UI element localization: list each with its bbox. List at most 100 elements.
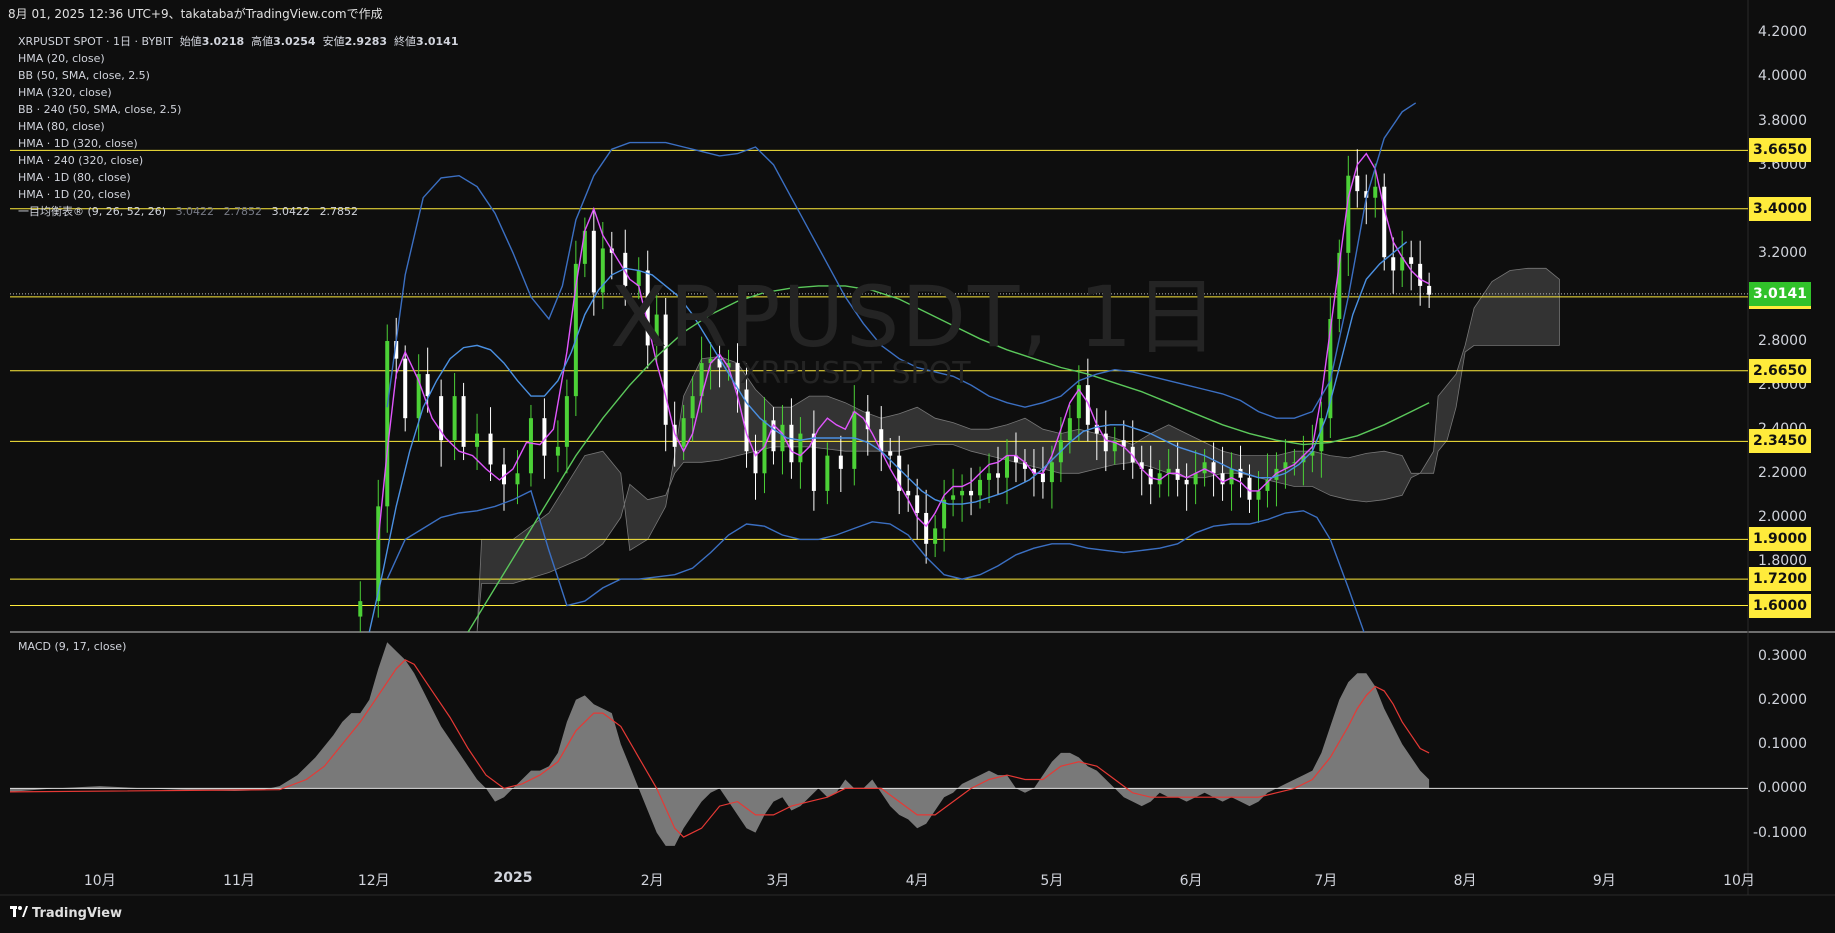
candle-up bbox=[1319, 418, 1324, 452]
candle-down bbox=[403, 358, 408, 419]
candle-up bbox=[852, 411, 857, 469]
candle-down bbox=[924, 512, 929, 544]
price-tick-label: 2.2000 bbox=[1758, 465, 1807, 482]
candle-down bbox=[969, 490, 974, 496]
candle-down bbox=[838, 455, 843, 469]
candle-up bbox=[987, 473, 992, 480]
legend-hma-1d-320[interactable]: HMA · 1D (320, close) bbox=[18, 135, 459, 152]
time-axis-label: 3月 bbox=[766, 873, 790, 889]
candle-down bbox=[425, 374, 430, 397]
macd-tick-label: 0.1000 bbox=[1758, 736, 1807, 753]
candle-down bbox=[1418, 263, 1423, 286]
candle-down bbox=[461, 396, 466, 447]
macd-legend[interactable]: MACD (9, 17, close) bbox=[18, 640, 126, 653]
close-value: 3.0141 bbox=[416, 35, 459, 48]
candle-up bbox=[1256, 490, 1261, 500]
level-price-tag: 3.6650 bbox=[1749, 138, 1811, 163]
close-label: 終値 bbox=[394, 35, 417, 48]
candle-up bbox=[960, 490, 965, 496]
tradingview-brand-text: TradingView bbox=[32, 906, 123, 921]
time-axis-label: 2025 bbox=[493, 870, 533, 886]
time-axis-label: 5月 bbox=[1040, 873, 1064, 889]
candle-up bbox=[555, 446, 560, 456]
candle-up bbox=[978, 479, 983, 496]
candle-up bbox=[528, 418, 533, 474]
ichimoku-value-2: 2.7852 bbox=[223, 205, 263, 218]
time-axis-label: 9月 bbox=[1592, 873, 1616, 889]
macd-tick-label: 0.0000 bbox=[1758, 780, 1807, 797]
candle-up bbox=[1373, 186, 1378, 198]
candle-up bbox=[1193, 473, 1198, 485]
candle-down bbox=[1211, 462, 1216, 474]
candle-up bbox=[1004, 455, 1009, 478]
legend-ichimoku[interactable]: 一目均衡表® (9, 26, 52, 26) 3.0422 2.7852 3.0… bbox=[18, 203, 459, 220]
candle-up bbox=[452, 396, 457, 441]
open-value: 3.0218 bbox=[201, 35, 245, 48]
candle-down bbox=[744, 389, 749, 452]
level-price-tag: 1.7200 bbox=[1749, 567, 1811, 592]
time-axis-label: 12月 bbox=[357, 873, 390, 889]
level-price-tag: 2.6650 bbox=[1749, 358, 1811, 383]
candle-down bbox=[1238, 468, 1243, 478]
legend-hma-20[interactable]: HMA (20, close) bbox=[18, 50, 459, 67]
candle-up bbox=[1202, 462, 1207, 474]
candle-down bbox=[1427, 285, 1432, 295]
candle-up bbox=[515, 473, 520, 485]
ichimoku-label: 一目均衡表® (9, 26, 52, 26) bbox=[18, 205, 167, 218]
candle-down bbox=[1409, 257, 1414, 264]
candle-up bbox=[564, 396, 569, 447]
level-price-tag: 2.3450 bbox=[1749, 429, 1811, 454]
ichimoku-value-1: 3.0422 bbox=[175, 205, 215, 218]
candle-up bbox=[951, 495, 956, 500]
open-label: 始値 bbox=[179, 35, 202, 48]
current-price-tag[interactable]: 3.0141 bbox=[1749, 281, 1811, 306]
candle-up bbox=[825, 455, 830, 491]
price-tick-label: 3.2000 bbox=[1758, 244, 1807, 261]
candle-up bbox=[780, 424, 785, 452]
candle-up bbox=[942, 499, 947, 529]
legend-bb-240[interactable]: BB · 240 (50, SMA, close, 2.5) bbox=[18, 101, 459, 118]
legend-hma-240-320[interactable]: HMA · 240 (320, close) bbox=[18, 152, 459, 169]
time-axis-label: 8月 bbox=[1453, 873, 1477, 889]
macd-signal-line bbox=[10, 659, 1430, 838]
time-axis-label: 10月 bbox=[1723, 873, 1755, 889]
candle-up bbox=[1229, 468, 1234, 485]
candle-down bbox=[1355, 175, 1360, 192]
price-tick-label: 4.2000 bbox=[1758, 24, 1807, 41]
candle-down bbox=[1184, 479, 1189, 485]
price-tick-label: 4.0000 bbox=[1758, 68, 1807, 85]
candle-up bbox=[933, 528, 938, 544]
candle-down bbox=[1040, 473, 1045, 483]
symbol-ohlc-line[interactable]: XRPUSDT SPOT · 1日 · BYBIT 始値3.0218 高値3.0… bbox=[18, 33, 459, 50]
legend-bb-50[interactable]: BB (50, SMA, close, 2.5) bbox=[18, 67, 459, 84]
candle-up bbox=[1067, 418, 1072, 441]
candle-down bbox=[996, 473, 1001, 478]
tradingview-logo[interactable]: TradingView bbox=[10, 906, 122, 921]
candle-down bbox=[789, 424, 794, 463]
candle-up bbox=[690, 396, 695, 419]
level-price-tag: 3.4000 bbox=[1749, 196, 1811, 221]
candle-down bbox=[915, 495, 920, 513]
legend-hma-80[interactable]: HMA (80, close) bbox=[18, 118, 459, 135]
candle-down bbox=[888, 451, 893, 456]
symbol-name[interactable]: XRPUSDT SPOT · 1日 · BYBIT bbox=[18, 35, 173, 48]
low-label: 安値 bbox=[322, 35, 345, 48]
legend-hma-1d-80[interactable]: HMA · 1D (80, close) bbox=[18, 169, 459, 186]
ichimoku-value-4: 2.7852 bbox=[319, 205, 359, 218]
legend-hma-320[interactable]: HMA (320, close) bbox=[18, 84, 459, 101]
candle-up bbox=[358, 601, 363, 617]
watermark-symbol: XRPUSDT, 1日 bbox=[610, 268, 1221, 366]
time-axis-label: 10月 bbox=[83, 873, 116, 889]
high-value: 3.0254 bbox=[273, 35, 316, 48]
price-tick-label: 2.8000 bbox=[1758, 333, 1807, 350]
level-price-tag: 1.6000 bbox=[1749, 593, 1811, 618]
candle-up bbox=[475, 433, 480, 447]
candle-up bbox=[1049, 462, 1054, 483]
level-price-tag: 1.9000 bbox=[1749, 527, 1811, 552]
time-axis-label: 11月 bbox=[223, 873, 255, 889]
high-label: 高値 bbox=[251, 35, 274, 48]
candle-up bbox=[681, 418, 686, 447]
candle-down bbox=[591, 230, 596, 293]
tradingview-icon bbox=[10, 906, 28, 921]
legend-hma-1d-20[interactable]: HMA · 1D (20, close) bbox=[18, 186, 459, 203]
